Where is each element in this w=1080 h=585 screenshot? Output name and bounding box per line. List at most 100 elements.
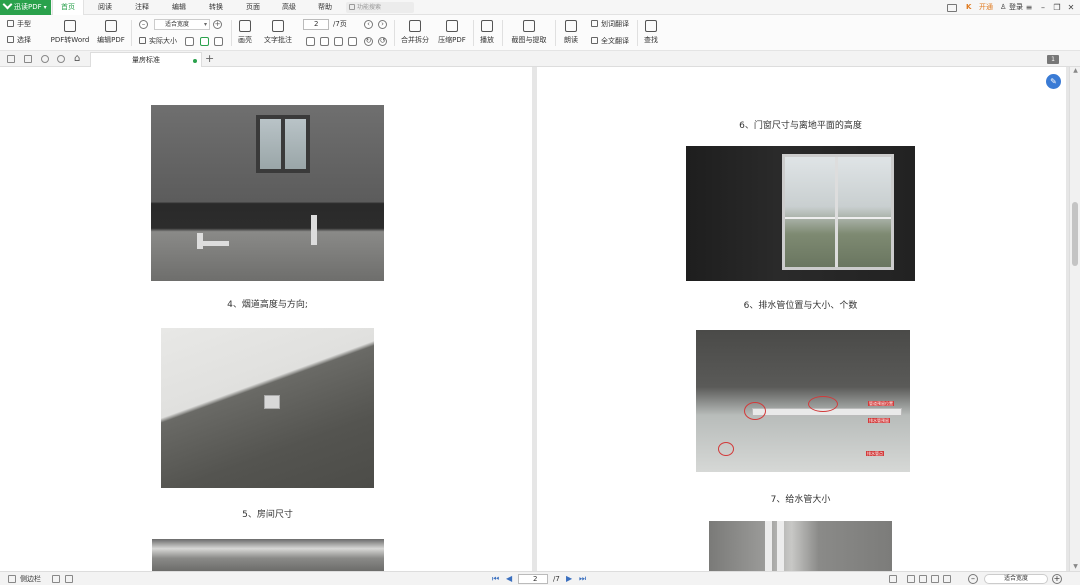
document-tab[interactable]: 量房标准 [90, 52, 202, 67]
toolbar-separator [394, 20, 395, 46]
next-page-icon[interactable]: › [378, 20, 387, 29]
screenshot-ocr-icon [523, 20, 535, 32]
page-count-badge: 1 [1047, 55, 1059, 64]
screenshot-ocr-button[interactable]: 截图与提取 [507, 18, 551, 50]
menu-annotate[interactable]: 注释 [127, 0, 157, 15]
status-zoom-select[interactable]: 适合宽度 [984, 574, 1048, 584]
page-number-input[interactable]: 2 [303, 19, 329, 30]
annotation-tag: 排水管点 [866, 451, 884, 456]
app-brand-button[interactable]: 迅读PDF ▾ [0, 0, 51, 15]
highlight-button[interactable]: 画亮 [234, 18, 256, 50]
zoom-in-icon[interactable]: + [1052, 574, 1062, 584]
last-page-icon[interactable]: ⏭ [579, 573, 586, 585]
fit-width-icon[interactable] [200, 37, 209, 46]
book-view-icon[interactable] [943, 575, 951, 583]
play-button[interactable]: 播放 [477, 18, 497, 50]
highlight-icon [239, 20, 251, 32]
undo-icon[interactable] [41, 55, 49, 63]
redo-icon[interactable] [57, 55, 65, 63]
pipe [199, 241, 229, 246]
menu-read[interactable]: 阅读 [90, 0, 120, 15]
double-page-icon[interactable] [320, 37, 329, 46]
menu-advanced[interactable]: 高级 [274, 0, 304, 15]
share-icon[interactable] [947, 4, 957, 12]
prev-page-icon[interactable]: ◀ [506, 573, 512, 585]
text-note-button[interactable]: 文字批注 [262, 18, 294, 50]
photo-partial-left [152, 539, 384, 571]
expand-icon[interactable] [65, 575, 73, 583]
menu-page[interactable]: 页面 [238, 0, 268, 15]
fit-page-icon[interactable] [185, 37, 194, 46]
compress-pdf-button[interactable]: 压缩PDF [436, 18, 468, 50]
read-aloud-label: 朗读 [564, 36, 578, 44]
continuous-page-icon[interactable] [334, 37, 343, 46]
vip-crown-icon[interactable]: K [966, 0, 971, 15]
function-search-input[interactable]: 功能搜索 [346, 2, 414, 13]
select-tool-button[interactable]: 选择 [7, 35, 31, 46]
scroll-down-icon[interactable]: ▼ [1071, 563, 1080, 571]
rotate-left-icon[interactable]: ↺ [378, 37, 387, 46]
scrollbar-thumb[interactable] [1072, 202, 1078, 266]
previous-page-icon[interactable]: ‹ [364, 20, 373, 29]
merge-split-button[interactable]: 合并拆分 [399, 18, 431, 50]
menu-help[interactable]: 帮助 [310, 0, 340, 15]
print-icon[interactable] [7, 55, 15, 63]
continuous-view-icon[interactable] [919, 575, 927, 583]
zoom-out-icon[interactable]: – [139, 20, 148, 29]
minimize-icon[interactable]: – [1036, 0, 1050, 15]
tab-bar: ⌂ 量房标准 + 1 [0, 51, 1080, 67]
status-page-input[interactable]: 2 [518, 574, 548, 584]
hand-icon [7, 20, 14, 27]
save-icon[interactable] [24, 55, 32, 63]
sidebar-toggle-label[interactable]: 侧边栏 [20, 572, 41, 585]
double-continuous-icon[interactable] [348, 37, 357, 46]
menu-convert[interactable]: 转换 [201, 0, 231, 15]
two-page-view-icon[interactable] [907, 575, 915, 583]
two-continuous-view-icon[interactable] [931, 575, 939, 583]
menu-home[interactable]: 首页 [52, 0, 84, 16]
pdf-to-word-label: PDF转Word [50, 36, 90, 44]
user-icon[interactable]: ♙ [1000, 0, 1006, 15]
caption-room-size: 5、房间尺寸 [242, 510, 293, 520]
menu-hamburger-icon[interactable]: ≡ [1022, 0, 1036, 15]
edit-pdf-button[interactable]: 编辑PDF [96, 18, 126, 50]
vip-button[interactable]: 开通 [979, 0, 993, 15]
translate-full-button[interactable]: 全文翻译 [591, 36, 629, 47]
zoom-select[interactable]: 适合宽度 ▾ [154, 19, 210, 30]
text-note-label: 文字批注 [264, 36, 292, 44]
cursor-icon [7, 36, 14, 43]
document-viewer[interactable]: 4、烟道高度与方向; 5、房间尺寸 6、门窗尺寸与离地平面的高度 6、排水管位置… [0, 67, 1080, 571]
sidebar-toggle-icon[interactable] [8, 575, 16, 583]
single-page-view-icon[interactable] [889, 575, 897, 583]
menu-edit[interactable]: 编辑 [164, 0, 194, 15]
scroll-up-icon[interactable]: ▲ [1071, 67, 1080, 75]
pdf-page-right: 6、门窗尺寸与离地平面的高度 6、排水管位置与大小、个数 管道预留位置 排水管预… [537, 67, 1066, 571]
zoom-select-value: 适合宽度 [165, 21, 190, 28]
hand-tool-button[interactable]: 手型 [7, 19, 31, 30]
function-search-placeholder: 功能搜索 [357, 4, 382, 11]
toolbar-separator [231, 20, 232, 46]
home-icon[interactable]: ⌂ [74, 53, 80, 65]
actual-size-icon [139, 37, 146, 44]
pdf-page-left: 4、烟道高度与方向; 5、房间尺寸 [0, 67, 532, 571]
rotate-right-icon[interactable]: ↻ [364, 37, 373, 46]
actual-size-button[interactable]: 实际大小 [139, 36, 177, 47]
translate-word-button[interactable]: 划词翻译 [591, 19, 629, 30]
find-button[interactable]: 查找 [641, 18, 661, 50]
login-button[interactable]: 登录 [1009, 0, 1023, 15]
maximize-icon[interactable]: ❐ [1050, 0, 1064, 15]
fit-text-icon[interactable] [214, 37, 223, 46]
vertical-scrollbar[interactable]: ▲ ▼ [1069, 67, 1080, 571]
new-tab-button[interactable]: + [205, 52, 214, 66]
quick-tools-float-icon[interactable]: ✎ [1046, 74, 1061, 89]
zoom-out-icon[interactable]: – [968, 574, 978, 584]
close-icon[interactable]: ✕ [1064, 0, 1078, 15]
collapse-icon[interactable] [52, 575, 60, 583]
first-page-icon[interactable]: ⏮ [492, 573, 499, 585]
compress-icon [446, 20, 458, 32]
zoom-in-icon[interactable]: + [213, 20, 222, 29]
read-aloud-button[interactable]: 朗读 [559, 18, 583, 50]
next-page-icon[interactable]: ▶ [566, 573, 572, 585]
single-page-icon[interactable] [306, 37, 315, 46]
pdf-to-word-button[interactable]: PDF转Word [50, 18, 90, 50]
